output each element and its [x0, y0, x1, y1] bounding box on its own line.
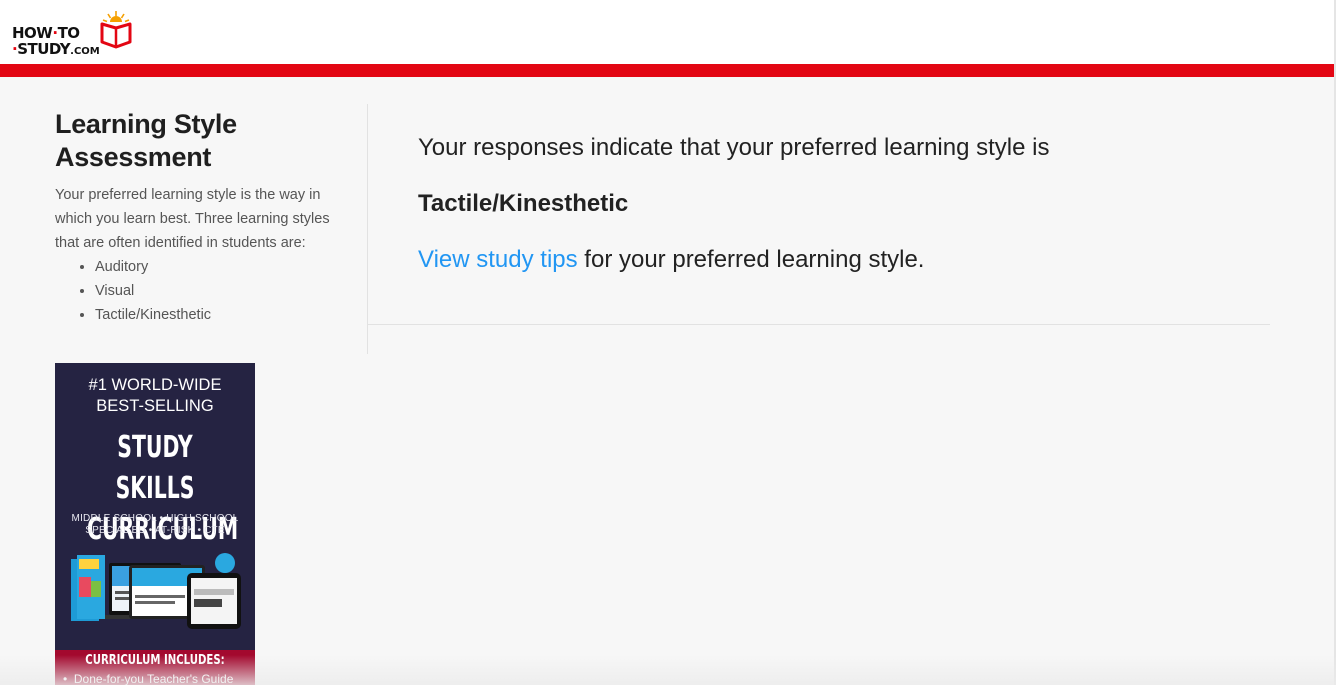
ad-includes-item: • Done-for-you Teacher's Guide: [63, 672, 234, 685]
horizontal-divider: [368, 324, 1270, 325]
study-tips-text: View study tips for your preferred learn…: [418, 242, 924, 278]
vertical-divider: [367, 104, 368, 354]
sidebar: Learning Style Assessment Your preferred…: [55, 108, 355, 327]
study-tips-suffix: for your preferred learning style.: [577, 246, 925, 273]
site-header: HOW·TO ·STUDY.COM: [0, 0, 1336, 64]
list-item: Tactile/Kinesthetic: [95, 303, 355, 327]
header-red-bar: [0, 64, 1336, 77]
ad-includes-title: CURRICULUM INCLUDES:: [85, 653, 225, 668]
site-logo[interactable]: HOW·TO ·STUDY.COM: [12, 10, 137, 60]
sidebar-description: Your preferred learning style is the way…: [55, 187, 330, 251]
result-intro: Your responses indicate that your prefer…: [418, 134, 1050, 161]
ad-audience: MIDDLE SCHOOL • HIGH SCHOOL SPECIAL ED • …: [71, 513, 239, 536]
learning-styles-list: Auditory Visual Tactile/Kinesthetic: [55, 255, 355, 327]
ad-tagline: #1 WORLD-WIDE BEST-SELLING: [88, 376, 222, 415]
result-style: Tactile/Kinesthetic: [418, 190, 629, 217]
list-item: Visual: [95, 279, 355, 303]
view-study-tips-link[interactable]: View study tips: [418, 246, 578, 273]
logo-text-bottom: ·STUDY.COM: [12, 40, 100, 58]
ad-includes-band: CURRICULUM INCLUDES: • Done-for-you Teac…: [55, 650, 255, 685]
sidebar-title: Learning Style Assessment: [55, 109, 237, 172]
list-item: Auditory: [95, 255, 355, 279]
curriculum-ad-banner[interactable]: #1 WORLD-WIDE BEST-SELLING STUDY SKILLS CU…: [55, 363, 255, 685]
curriculum-products-image: [71, 553, 241, 629]
book-sun-icon: [100, 11, 132, 49]
